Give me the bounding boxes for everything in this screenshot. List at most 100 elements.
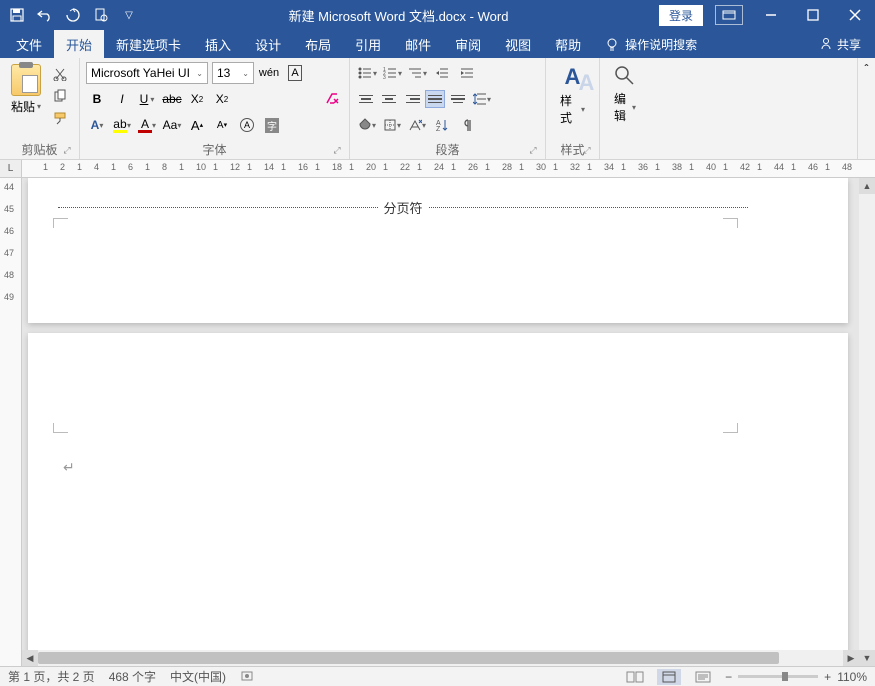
- line-spacing-button[interactable]: ▾: [471, 88, 493, 110]
- undo-icon[interactable]: [36, 6, 54, 24]
- align-right-button[interactable]: [402, 90, 422, 108]
- vertical-ruler[interactable]: 444546474849: [0, 178, 22, 666]
- align-left-button[interactable]: [356, 90, 376, 108]
- shading-button[interactable]: ▾: [356, 114, 378, 136]
- strikethrough-button[interactable]: abc: [161, 88, 183, 110]
- tab-newtab[interactable]: 新建选项卡: [104, 30, 193, 58]
- italic-button[interactable]: I: [111, 88, 133, 110]
- scroll-up-button[interactable]: ▲: [859, 178, 875, 194]
- tab-view[interactable]: 视图: [493, 30, 543, 58]
- font-size-combo[interactable]: 13⌄: [212, 62, 254, 84]
- multilevel-list-button[interactable]: ▾: [406, 62, 428, 84]
- zoom-out-button[interactable]: −: [725, 670, 732, 684]
- horizontal-scrollbar[interactable]: ◀ ▶: [22, 650, 859, 666]
- decrease-indent-button[interactable]: [431, 62, 453, 84]
- share-button[interactable]: 共享: [805, 30, 875, 58]
- asian-layout-button[interactable]: ▾: [406, 114, 428, 136]
- change-case-button[interactable]: Aa▾: [161, 114, 183, 136]
- borders-button[interactable]: ▾: [381, 114, 403, 136]
- find-icon[interactable]: [613, 64, 637, 88]
- scroll-left-button[interactable]: ◀: [22, 650, 38, 666]
- tab-layout[interactable]: 布局: [293, 30, 343, 58]
- editing-button[interactable]: 编辑▾: [614, 90, 636, 124]
- grow-font-button[interactable]: A▴: [186, 114, 208, 136]
- zoom-percentage[interactable]: 110%: [837, 670, 867, 684]
- paste-icon[interactable]: [11, 64, 41, 96]
- macro-recorder-icon[interactable]: [240, 668, 254, 685]
- superscript-button[interactable]: X2: [211, 88, 233, 110]
- tab-review[interactable]: 审阅: [443, 30, 493, 58]
- tab-file[interactable]: 文件: [4, 30, 54, 58]
- tab-design[interactable]: 设计: [243, 30, 293, 58]
- scroll-thumb-h[interactable]: [38, 652, 779, 664]
- character-border-icon[interactable]: A: [284, 62, 306, 84]
- tab-mailings[interactable]: 邮件: [393, 30, 443, 58]
- page-indicator[interactable]: 第 1 页，共 2 页: [8, 668, 95, 685]
- tab-references[interactable]: 引用: [343, 30, 393, 58]
- zoom-slider[interactable]: [738, 675, 818, 678]
- increase-indent-button[interactable]: [456, 62, 478, 84]
- page-2[interactable]: ↵: [28, 333, 848, 663]
- horizontal-ruler[interactable]: L 12141618110112114116118120122124126128…: [0, 160, 875, 178]
- document-name: 新建 Microsoft Word 文档.docx: [289, 9, 466, 24]
- paste-button[interactable]: 粘贴▾: [11, 98, 41, 115]
- save-icon[interactable]: [8, 6, 26, 24]
- word-count[interactable]: 468 个字: [109, 668, 156, 685]
- align-center-button[interactable]: [379, 90, 399, 108]
- print-layout-icon[interactable]: [657, 669, 681, 685]
- tell-me-search[interactable]: 操作说明搜索: [593, 30, 709, 58]
- format-painter-icon[interactable]: [52, 110, 68, 126]
- ruler-corner[interactable]: L: [0, 160, 22, 177]
- ribbon-tabs: 文件 开始 新建选项卡 插入 设计 布局 引用 邮件 审阅 视图 帮助 操作说明…: [0, 30, 875, 58]
- align-distributed-button[interactable]: [448, 90, 468, 108]
- bullets-button[interactable]: ▾: [356, 62, 378, 84]
- redo-icon[interactable]: [64, 6, 82, 24]
- align-justify-button[interactable]: [425, 90, 445, 108]
- web-layout-icon[interactable]: [691, 669, 715, 685]
- scroll-right-button[interactable]: ▶: [843, 650, 859, 666]
- bold-button[interactable]: B: [86, 88, 108, 110]
- document-area[interactable]: 444546474849 分页符 ↵ ▲ ▼ ◀ ▶: [0, 178, 875, 666]
- close-button[interactable]: [835, 0, 875, 30]
- read-mode-icon[interactable]: [623, 669, 647, 685]
- page-1[interactable]: 分页符: [28, 178, 848, 323]
- window-title: 新建 Microsoft Word 文档.docx - Word: [138, 6, 659, 25]
- styles-button[interactable]: 样式▾: [560, 92, 585, 126]
- subscript-button[interactable]: X2: [186, 88, 208, 110]
- text-effects-button[interactable]: A▾: [86, 114, 108, 136]
- qat-customize-icon[interactable]: ▽: [120, 6, 138, 24]
- clipboard-launcher-icon[interactable]: ⤢: [61, 145, 73, 157]
- print-preview-icon[interactable]: [92, 6, 110, 24]
- svg-text:3: 3: [383, 75, 386, 80]
- language-indicator[interactable]: 中文(中国): [170, 668, 226, 685]
- font-color-button[interactable]: A▾: [136, 114, 158, 136]
- copy-icon[interactable]: [52, 88, 68, 104]
- zoom-in-button[interactable]: +: [824, 670, 831, 684]
- clear-formatting-icon[interactable]: [321, 88, 343, 110]
- tab-home[interactable]: 开始: [54, 30, 104, 58]
- shrink-font-button[interactable]: A▾: [211, 114, 233, 136]
- numbering-button[interactable]: 123▾: [381, 62, 403, 84]
- show-marks-button[interactable]: [456, 114, 478, 136]
- font-name-combo[interactable]: Microsoft YaHei UI⌄: [86, 62, 208, 84]
- minimize-button[interactable]: [751, 0, 791, 30]
- underline-button[interactable]: U▾: [136, 88, 158, 110]
- scroll-down-button[interactable]: ▼: [859, 650, 875, 666]
- tab-insert[interactable]: 插入: [193, 30, 243, 58]
- vertical-scrollbar[interactable]: ▲ ▼: [859, 178, 875, 666]
- font-launcher-icon[interactable]: ⤢: [331, 145, 343, 157]
- sort-button[interactable]: AZ: [431, 114, 453, 136]
- login-button[interactable]: 登录: [659, 5, 703, 26]
- collapse-ribbon-icon[interactable]: ˆ: [857, 58, 875, 159]
- tab-help[interactable]: 帮助: [543, 30, 593, 58]
- paragraph-launcher-icon[interactable]: ⤢: [527, 145, 539, 157]
- styles-icon[interactable]: AA: [565, 64, 581, 90]
- maximize-button[interactable]: [793, 0, 833, 30]
- phonetic-guide-icon[interactable]: wén: [258, 62, 280, 84]
- enclose-characters-icon[interactable]: A: [236, 114, 258, 136]
- character-shading-icon[interactable]: 字: [261, 114, 283, 136]
- ribbon-display-options-icon[interactable]: [715, 5, 743, 25]
- cut-icon[interactable]: [52, 66, 68, 82]
- highlight-button[interactable]: ab▾: [111, 114, 133, 136]
- styles-launcher-icon[interactable]: ⤢: [581, 145, 593, 157]
